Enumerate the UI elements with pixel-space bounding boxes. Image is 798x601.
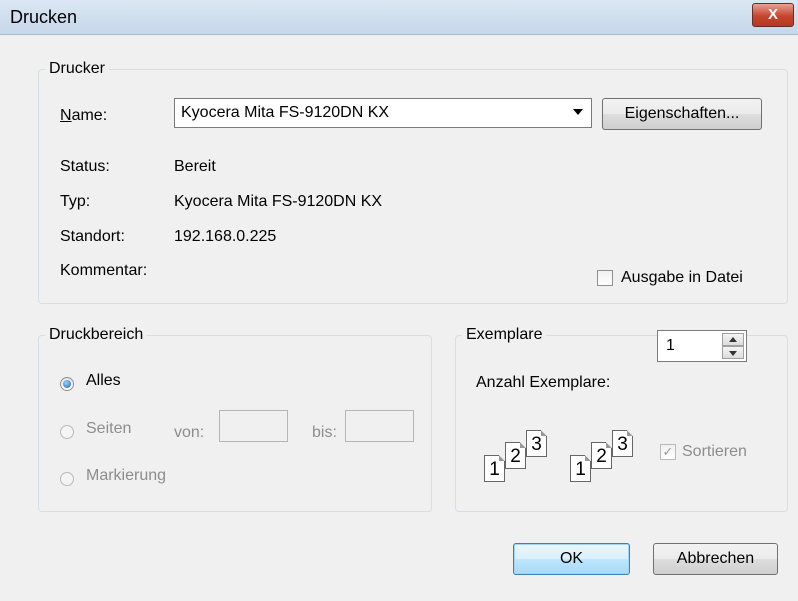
- ok-button[interactable]: OK: [513, 543, 630, 575]
- ok-button-label: OK: [559, 550, 584, 567]
- sortieren-checkbox[interactable]: ✓: [660, 444, 676, 460]
- anzahl-exemplare-value: 1: [666, 337, 675, 354]
- cancel-button-label: Abbrechen: [676, 550, 755, 567]
- status-label: Status:: [60, 158, 110, 175]
- printer-name-dropdown[interactable]: Kyocera Mita FS-9120DN KX: [174, 98, 592, 128]
- close-button[interactable]: X: [752, 3, 794, 27]
- properties-button-label: Eigenschaften...: [624, 105, 740, 122]
- drucker-legend: Drucker: [49, 60, 106, 77]
- alles-radio[interactable]: [60, 377, 74, 391]
- alles-label[interactable]: Alles: [86, 372, 121, 390]
- status-value: Bereit: [174, 158, 216, 175]
- von-input[interactable]: [219, 410, 288, 442]
- window-title: Drucken: [10, 7, 78, 27]
- cancel-button[interactable]: Abbrechen: [653, 543, 778, 575]
- title-bar[interactable]: Drucken X: [0, 0, 798, 35]
- anzahl-exemplare-label: Anzahl Exemplare:: [476, 374, 611, 391]
- spin-down-button[interactable]: [722, 346, 744, 359]
- checkmark-icon: ✓: [662, 444, 674, 459]
- von-label: von:: [174, 424, 205, 441]
- standort-value: 192.168.0.225: [174, 228, 277, 245]
- markierung-label[interactable]: Markierung: [86, 467, 166, 485]
- seiten-radio[interactable]: [60, 425, 74, 439]
- page-icon-3: 3: [526, 430, 547, 457]
- ausgabe-in-datei-checkbox[interactable]: [597, 270, 613, 286]
- druckbereich-legend: Druckbereich: [49, 326, 144, 343]
- ausgabe-in-datei-label[interactable]: Ausgabe in Datei: [621, 269, 743, 287]
- markierung-radio[interactable]: [60, 472, 74, 486]
- typ-value: Kyocera Mita FS-9120DN KX: [174, 193, 383, 210]
- seiten-label[interactable]: Seiten: [86, 420, 131, 438]
- page-icon-2: 2: [591, 442, 612, 469]
- anzahl-exemplare-spinner[interactable]: 1: [657, 330, 747, 362]
- page-icon-3: 3: [612, 430, 633, 457]
- arrow-down-icon: [729, 351, 737, 356]
- standort-label: Standort:: [60, 228, 125, 245]
- arrow-up-icon: [729, 337, 737, 342]
- bis-input[interactable]: [345, 410, 414, 442]
- drucker-group: Drucker: [38, 60, 788, 304]
- page-icon-2: 2: [505, 442, 526, 469]
- page-icon-1: 1: [570, 455, 591, 482]
- typ-label: Typ:: [60, 193, 91, 210]
- bis-label: bis:: [312, 424, 337, 441]
- chevron-down-icon: [573, 109, 583, 115]
- close-icon: X: [767, 6, 778, 23]
- sortieren-label[interactable]: Sortieren: [682, 443, 747, 461]
- printer-name-value: Kyocera Mita FS-9120DN KX: [181, 104, 390, 121]
- page-icon-1: 1: [484, 455, 505, 482]
- name-label: Name:: [60, 107, 108, 124]
- exemplare-legend: Exemplare: [466, 326, 543, 343]
- spin-up-button[interactable]: [722, 333, 744, 346]
- kommentar-label: Kommentar:: [60, 262, 148, 279]
- properties-button[interactable]: Eigenschaften...: [602, 98, 762, 130]
